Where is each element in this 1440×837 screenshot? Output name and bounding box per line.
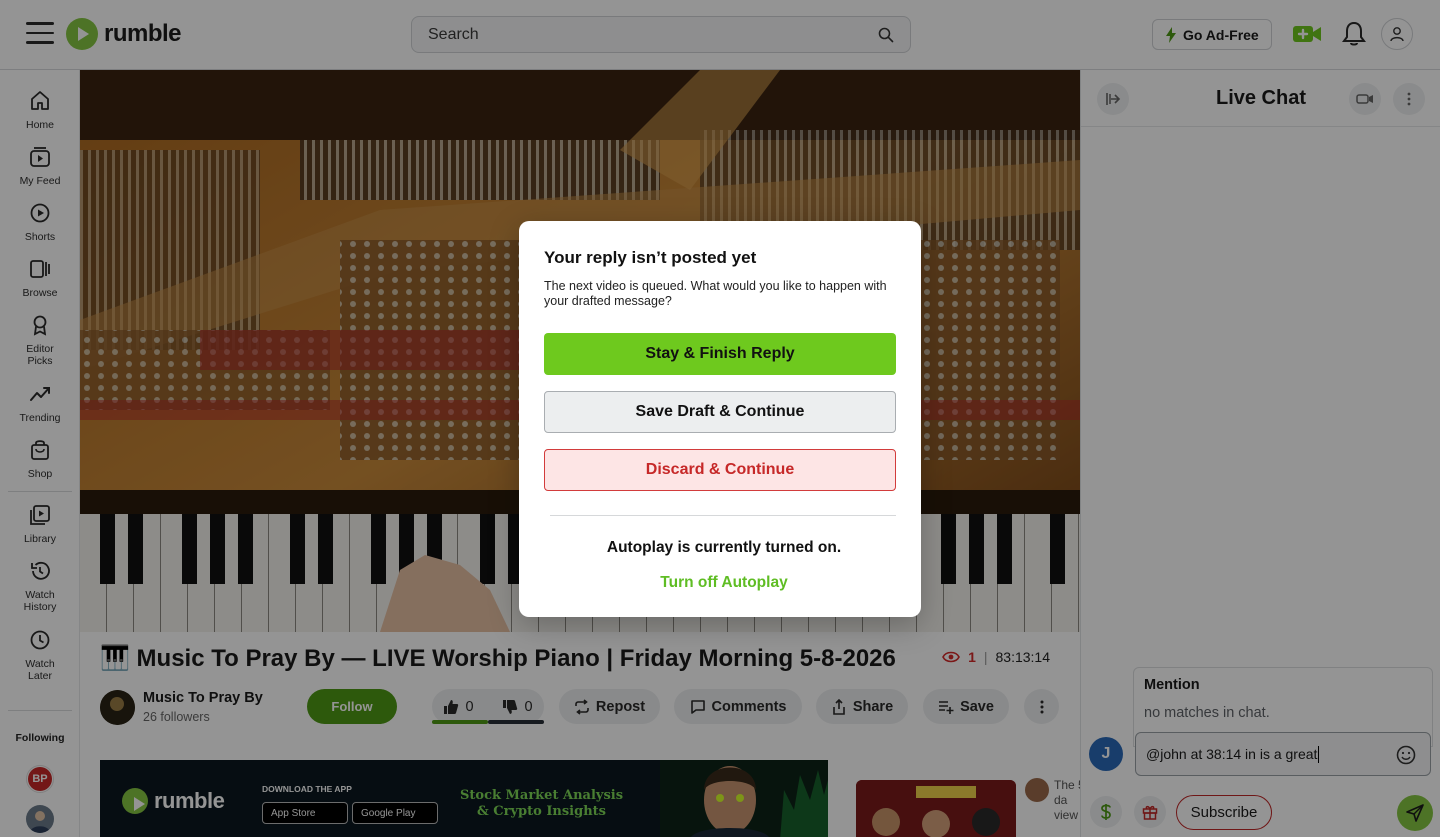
dialog-description: The next video is queued. What would you… — [544, 279, 887, 308]
turn-off-autoplay-link[interactable]: Turn off Autoplay — [519, 574, 929, 592]
dialog-title: Your reply isn’t posted yet — [544, 248, 757, 267]
stay-finish-reply-button[interactable]: Stay & Finish Reply — [544, 333, 896, 375]
dialog-divider — [550, 515, 896, 516]
unsent-reply-dialog: Your reply isn’t posted yet The next vid… — [519, 221, 921, 617]
autoplay-status-text: Autoplay is currently turned on. — [606, 539, 842, 556]
discard-continue-button[interactable]: Discard & Continue — [544, 449, 896, 491]
save-draft-continue-button[interactable]: Save Draft & Continue — [544, 391, 896, 433]
